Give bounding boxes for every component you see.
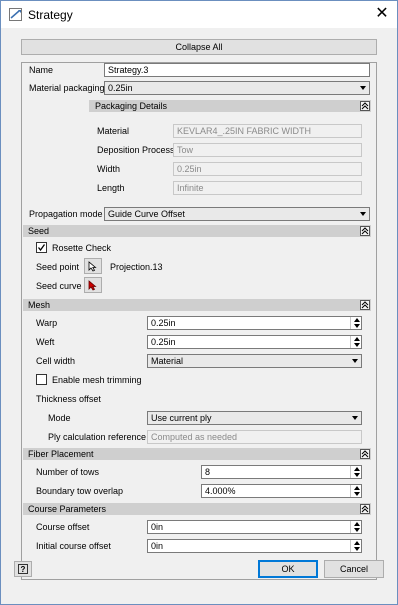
deposition-process-field: Tow: [173, 143, 362, 157]
propagation-mode-label: Propagation mode: [29, 209, 103, 219]
length-field: Infinite: [173, 181, 362, 195]
propagation-mode-select[interactable]: Guide Curve Offset: [104, 207, 370, 221]
chevron-down-icon: [360, 212, 366, 216]
spinner-icon[interactable]: [350, 336, 361, 348]
chevron-down-icon: [360, 86, 366, 90]
chevron-down-icon: [352, 359, 358, 363]
number-of-tows-value: 8: [205, 467, 211, 477]
cancel-button[interactable]: Cancel: [324, 560, 384, 578]
number-of-tows-label: Number of tows: [36, 467, 100, 477]
mesh-header[interactable]: Mesh: [23, 299, 371, 311]
mode-value: Use current ply: [151, 413, 212, 423]
checkmark-icon: [37, 244, 46, 252]
weft-value: 0.25in: [151, 337, 176, 347]
deposition-process-label: Deposition Process: [97, 145, 175, 155]
initial-course-offset-input[interactable]: 0in: [147, 539, 362, 553]
boundary-tow-overlap-input[interactable]: 4.000%: [201, 484, 362, 498]
name-field[interactable]: Strategy.3: [104, 63, 370, 77]
boundary-tow-overlap-label: Boundary tow overlap: [36, 486, 124, 496]
mesh-title: Mesh: [28, 300, 51, 310]
help-button[interactable]: ?: [14, 561, 32, 577]
warp-value: 0.25in: [151, 318, 176, 328]
spinner-icon[interactable]: [350, 485, 361, 497]
material-field: KEVLAR4_.25IN FABRIC WIDTH: [173, 124, 362, 138]
course-offset-label: Course offset: [36, 522, 90, 532]
material-packaging-label: Material packaging: [29, 83, 105, 93]
seed-curve-label: Seed curve: [36, 281, 82, 291]
propagation-mode-value: Guide Curve Offset: [108, 209, 185, 219]
spinner-icon[interactable]: [350, 521, 361, 533]
material-label: Material: [97, 126, 130, 136]
initial-course-offset-label: Initial course offset: [36, 541, 111, 551]
ply-calc-ref-field: Computed as needed: [147, 430, 362, 444]
width-field: 0.25in: [173, 162, 362, 176]
ok-button[interactable]: OK: [258, 560, 318, 578]
name-label: Name: [29, 65, 54, 75]
seed-title: Seed: [28, 226, 50, 236]
seed-point-label: Seed point: [36, 262, 80, 272]
thickness-offset-label: Thickness offset: [36, 394, 101, 404]
mode-select[interactable]: Use current ply: [147, 411, 362, 425]
cursor-icon: [88, 261, 97, 272]
number-of-tows-input[interactable]: 8: [201, 465, 362, 479]
cell-width-value: Material: [151, 356, 184, 366]
collapse-icon[interactable]: [360, 300, 370, 310]
boundary-tow-overlap-value: 4.000%: [205, 486, 236, 496]
close-icon: ✕: [375, 5, 389, 22]
collapse-icon[interactable]: [360, 449, 370, 459]
seed-point-value: Projection.13: [110, 262, 163, 272]
rosette-check-checkbox[interactable]: [36, 242, 47, 253]
collapse-icon[interactable]: [360, 101, 370, 111]
cursor-icon: [88, 280, 97, 291]
strategy-panel: Name Strategy.3 Material packaging 0.25i…: [21, 62, 377, 580]
width-label: Width: [97, 164, 121, 174]
close-button[interactable]: ✕: [371, 3, 393, 25]
fiber-placement-title: Fiber Placement: [28, 449, 94, 459]
course-parameters-title: Course Parameters: [28, 504, 107, 514]
material-packaging-value: 0.25in: [108, 83, 133, 93]
spinner-icon[interactable]: [350, 466, 361, 478]
warp-label: Warp: [36, 318, 58, 328]
warp-input[interactable]: 0.25in: [147, 316, 362, 330]
strategy-dialog: Strategy ✕ Collapse All Name Strategy.3 …: [0, 0, 398, 605]
collapse-icon[interactable]: [360, 226, 370, 236]
packaging-details-header[interactable]: Packaging Details: [89, 100, 371, 112]
window-title: Strategy: [28, 8, 73, 22]
collapse-all-button[interactable]: Collapse All: [21, 39, 377, 55]
fiber-placement-header[interactable]: Fiber Placement: [23, 448, 371, 460]
cell-width-select[interactable]: Material: [147, 354, 362, 368]
dialog-body: Collapse All Name Strategy.3 Material pa…: [1, 28, 397, 604]
weft-label: Weft: [36, 337, 55, 347]
packaging-details-title: Packaging Details: [95, 101, 168, 111]
course-offset-value: 0in: [151, 522, 164, 532]
seed-curve-pick-button[interactable]: [84, 277, 102, 293]
material-packaging-select[interactable]: 0.25in: [104, 81, 370, 95]
initial-course-offset-value: 0in: [151, 541, 164, 551]
course-offset-input[interactable]: 0in: [147, 520, 362, 534]
seed-point-pick-button[interactable]: [84, 258, 102, 274]
course-parameters-header[interactable]: Course Parameters: [23, 503, 371, 515]
app-icon: [9, 8, 22, 21]
spinner-icon[interactable]: [350, 317, 361, 329]
help-icon: ?: [18, 564, 28, 574]
rosette-check-label: Rosette Check: [52, 243, 112, 253]
length-label: Length: [97, 183, 125, 193]
collapse-icon[interactable]: [360, 504, 370, 514]
cell-width-label: Cell width: [36, 356, 76, 366]
title-bar[interactable]: Strategy ✕: [1, 1, 397, 28]
enable-mesh-trimming-label: Enable mesh trimming: [52, 375, 142, 385]
enable-mesh-trimming-checkbox[interactable]: [36, 374, 47, 385]
ply-calc-ref-label: Ply calculation reference: [48, 432, 147, 442]
spinner-icon[interactable]: [350, 540, 361, 552]
mode-label: Mode: [48, 413, 71, 423]
seed-header[interactable]: Seed: [23, 225, 371, 237]
weft-input[interactable]: 0.25in: [147, 335, 362, 349]
chevron-down-icon: [352, 416, 358, 420]
